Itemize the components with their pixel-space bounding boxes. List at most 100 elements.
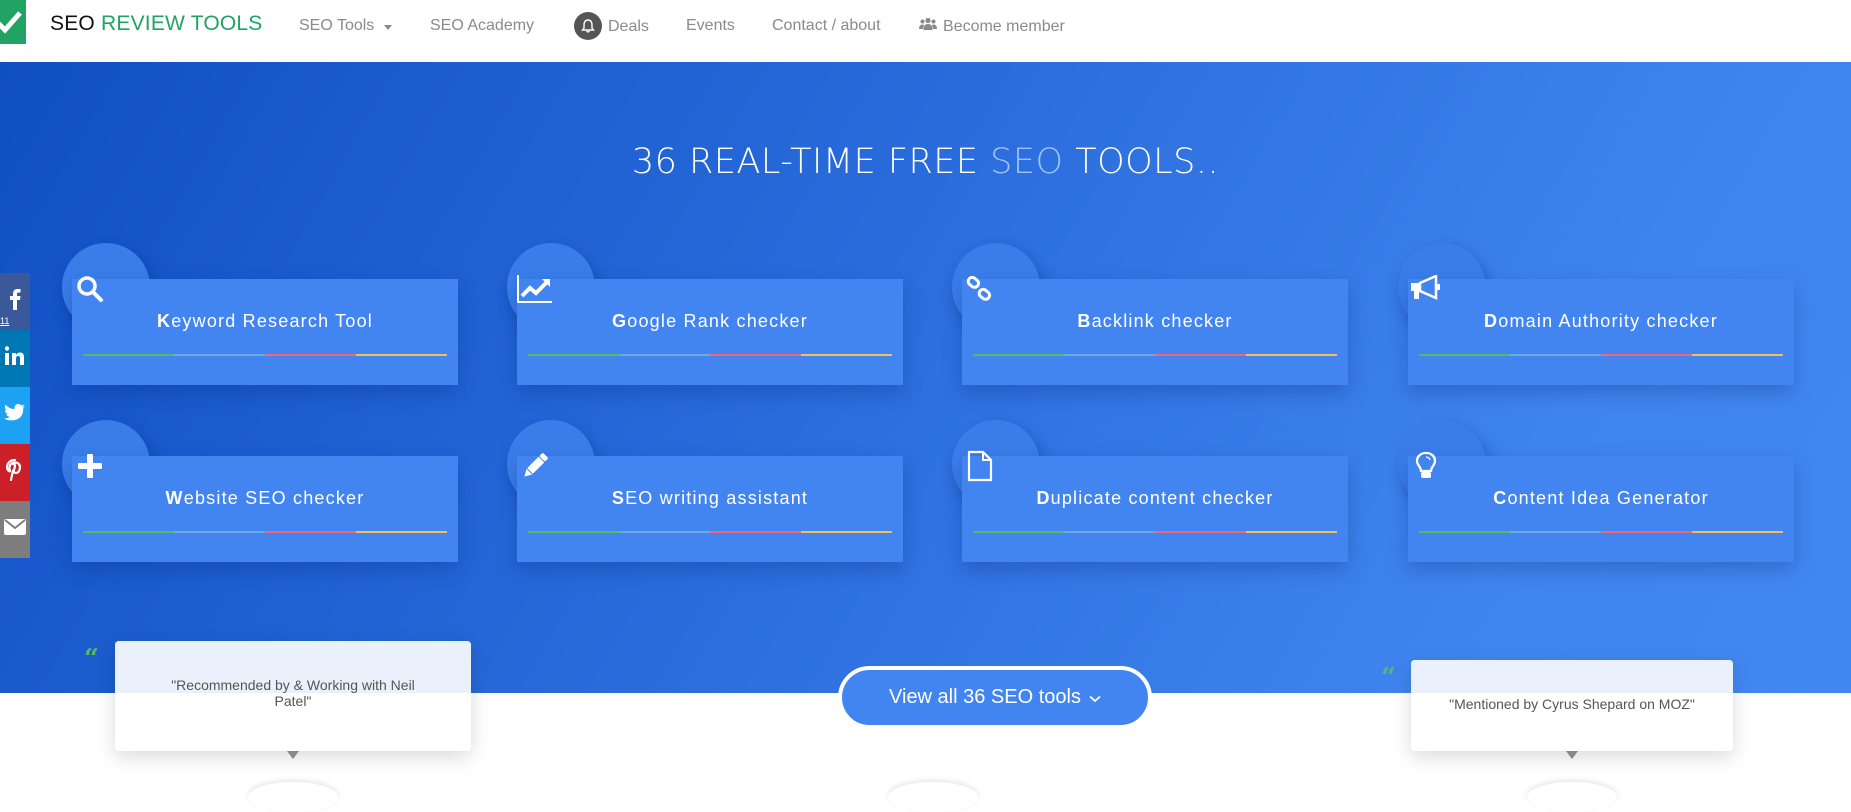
tool-card[interactable]: Content Idea Generator (1408, 456, 1794, 562)
tool-card[interactable]: SEO writing assistant (517, 456, 903, 562)
nav-events-label: Events (686, 17, 735, 34)
tool-color-bar (1419, 531, 1783, 533)
megaphone-icon (1408, 271, 1444, 307)
envelope-icon (4, 519, 26, 540)
tool-keyword-research[interactable]: Keyword Research Tool (62, 243, 458, 385)
color-bar-segment (973, 531, 1064, 533)
color-bar-segment (1510, 354, 1601, 356)
tool-color-bar (973, 531, 1337, 533)
color-bar-segment (265, 531, 356, 533)
color-bar-segment (1155, 531, 1246, 533)
linkedin-share-button[interactable] (0, 330, 30, 387)
facebook-share-count: 11 (0, 316, 10, 326)
nav-become-member[interactable]: Become member (919, 17, 1065, 36)
color-bar-segment (619, 354, 710, 356)
twitter-share-button[interactable] (0, 387, 30, 444)
tool-label: Duplicate content checker (1036, 488, 1274, 508)
tool-color-bar (83, 354, 447, 356)
tool-card[interactable]: Backlink checker (962, 279, 1348, 385)
tool-duplicate-content[interactable]: Duplicate content checker (952, 420, 1348, 562)
nav-deals-label: Deals (608, 18, 649, 35)
pinterest-share-button[interactable] (0, 444, 30, 501)
nav-seo-academy[interactable]: SEO Academy (430, 17, 534, 35)
tool-website-seo-checker[interactable]: Website SEO checker (62, 420, 458, 562)
color-bar-segment (1246, 531, 1337, 533)
color-bar-segment (1155, 354, 1246, 356)
hero-title: 36 REAL-TIME FREE SEO TOOLS.. (0, 142, 1851, 182)
nav-deals[interactable]: Deals (574, 12, 649, 40)
quote-icon: “ (1381, 663, 1396, 693)
tool-google-rank[interactable]: Google Rank checker (507, 243, 903, 385)
color-bar-segment (801, 531, 892, 533)
brand-seo: SEO (50, 12, 95, 35)
chevron-down-icon (1089, 686, 1101, 709)
hero-section: 36 REAL-TIME FREE SEO TOOLS.. Keyword Re… (0, 62, 1851, 693)
pinterest-icon (5, 458, 24, 486)
color-bar-segment (1692, 354, 1783, 356)
search-icon (72, 271, 108, 307)
color-bar-segment (710, 354, 801, 356)
color-bar-segment (1419, 354, 1510, 356)
lightbulb-icon (1408, 448, 1444, 484)
color-bar-segment (528, 531, 619, 533)
hero-title-accent: SEO (990, 142, 1064, 182)
view-all-label: View all 36 SEO tools (889, 686, 1081, 708)
tool-color-bar (528, 354, 892, 356)
tool-backlink-checker[interactable]: Backlink checker (952, 243, 1348, 385)
tool-label: Website SEO checker (165, 488, 365, 508)
link-icon (962, 271, 998, 307)
color-bar-segment (619, 531, 710, 533)
color-bar-segment (528, 354, 619, 356)
color-bar-segment (973, 354, 1064, 356)
tool-seo-writing-assistant[interactable]: SEO writing assistant (507, 420, 903, 562)
logo-check-icon[interactable] (0, 0, 26, 44)
testimonial-text: "Recommended by & Working with Neil Pate… (171, 677, 415, 709)
nav-events[interactable]: Events (686, 17, 735, 35)
facebook-share-button[interactable]: 11 (0, 273, 30, 330)
tool-label: Backlink checker (1077, 311, 1233, 331)
navbar: SEO REVIEW TOOLS SEO Tools SEO Academy D… (0, 0, 1851, 62)
color-bar-segment (174, 354, 265, 356)
testimonial-cyrus-shepard: "Mentioned by Cyrus Shepard on MOZ" (1411, 660, 1733, 759)
testimonial-text: "Mentioned by Cyrus Shepard on MOZ" (1449, 696, 1695, 712)
nav-contact-about-label: Contact / about (772, 17, 881, 34)
caret-down-icon (384, 24, 393, 30)
color-bar-segment (174, 531, 265, 533)
color-bar-segment (83, 354, 174, 356)
nav-seo-academy-label: SEO Academy (430, 17, 535, 34)
tool-card[interactable]: Domain Authority checker (1408, 279, 1794, 385)
color-bar-segment (83, 531, 174, 533)
pencil-icon (517, 448, 553, 484)
brand-review-tools: REVIEW TOOLS (101, 12, 263, 35)
tool-color-bar (83, 531, 447, 533)
email-share-button[interactable] (0, 501, 30, 558)
nav-seo-tools-label: SEO Tools (299, 17, 375, 34)
tool-content-idea-generator[interactable]: Content Idea Generator (1398, 420, 1794, 562)
nav-contact-about[interactable]: Contact / about (772, 17, 881, 35)
facebook-icon (9, 288, 21, 315)
tool-card[interactable]: Keyword Research Tool (72, 279, 458, 385)
tool-domain-authority[interactable]: Domain Authority checker (1398, 243, 1794, 385)
tool-card[interactable]: Google Rank checker (517, 279, 903, 385)
color-bar-segment (1692, 531, 1783, 533)
file-icon (962, 448, 998, 484)
tool-label: Keyword Research Tool (157, 311, 373, 331)
view-all-tools-button[interactable]: View all 36 SEO tools (838, 666, 1152, 729)
hero-title-part2: TOOLS.. (1075, 142, 1220, 182)
color-bar-segment (801, 354, 892, 356)
color-bar-segment (1510, 531, 1601, 533)
color-bar-segment (1064, 354, 1155, 356)
avatar-placeholder (248, 782, 338, 812)
tool-color-bar (973, 354, 1337, 356)
color-bar-segment (265, 354, 356, 356)
testimonial-neil-patel: "Recommended by & Working with Neil Pate… (115, 641, 471, 759)
nav-seo-tools[interactable]: SEO Tools (299, 17, 393, 35)
tool-card[interactable]: Duplicate content checker (962, 456, 1348, 562)
testimonial-pointer (1566, 751, 1578, 759)
brand-logo[interactable]: SEO REVIEW TOOLS (50, 12, 263, 36)
plus-icon (72, 448, 108, 484)
tool-label: Google Rank checker (612, 311, 808, 331)
tool-card[interactable]: Website SEO checker (72, 456, 458, 562)
bell-icon (574, 12, 602, 40)
users-icon (919, 17, 937, 36)
